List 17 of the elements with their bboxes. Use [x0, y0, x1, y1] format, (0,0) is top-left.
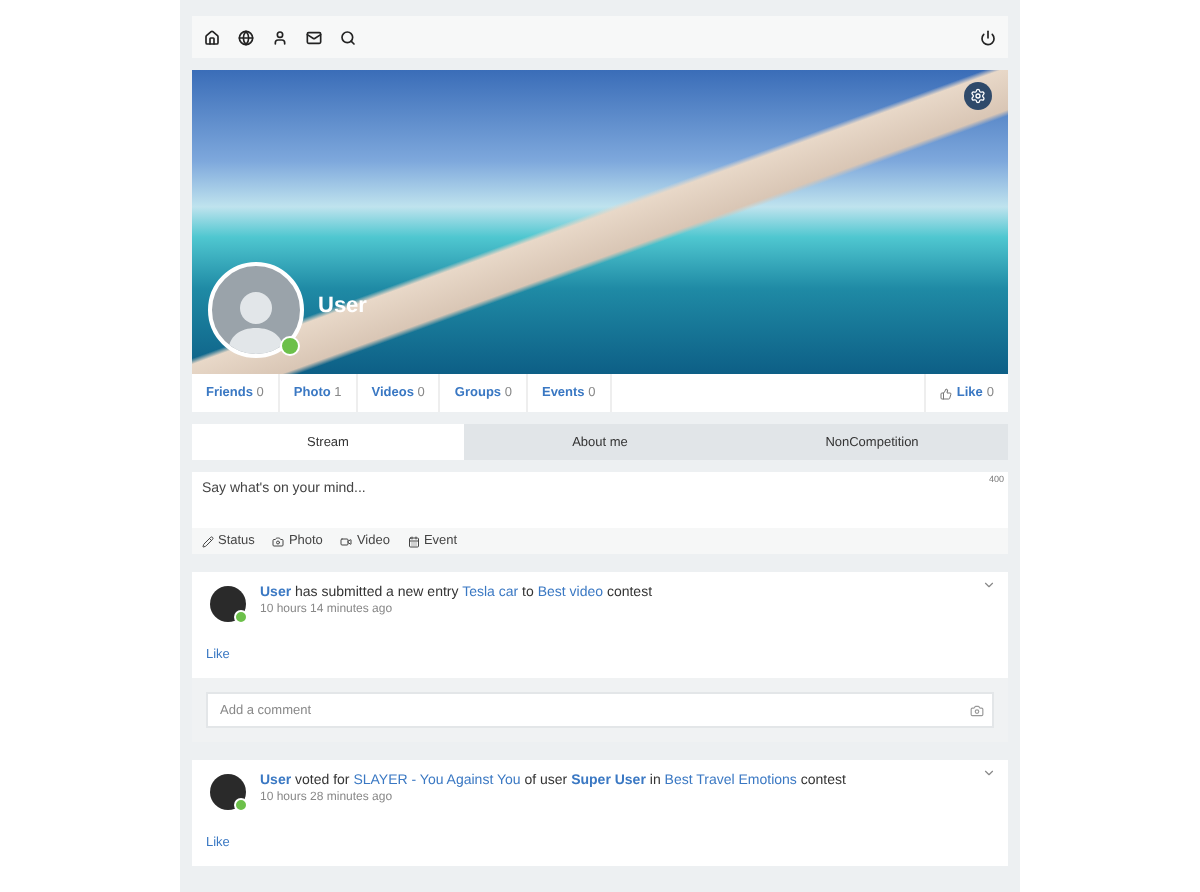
camera-icon	[272, 535, 285, 547]
power-icon[interactable]	[980, 29, 996, 45]
thumbs-up-icon	[940, 387, 953, 399]
video-camera-icon	[340, 535, 353, 547]
profile-name: User	[318, 294, 367, 318]
user-icon[interactable]	[272, 29, 288, 45]
camera-icon[interactable]	[970, 703, 984, 717]
settings-icon[interactable]	[964, 82, 992, 110]
search-icon[interactable]	[340, 29, 356, 45]
chevron-down-icon[interactable]	[982, 578, 996, 592]
home-icon[interactable]	[204, 29, 220, 45]
mail-icon[interactable]	[306, 29, 322, 45]
chevron-down-icon[interactable]	[982, 766, 996, 780]
globe-icon[interactable]	[238, 29, 254, 45]
pencil-icon	[202, 535, 214, 547]
calendar-icon	[407, 535, 420, 547]
avatar-silhouette	[226, 286, 286, 354]
